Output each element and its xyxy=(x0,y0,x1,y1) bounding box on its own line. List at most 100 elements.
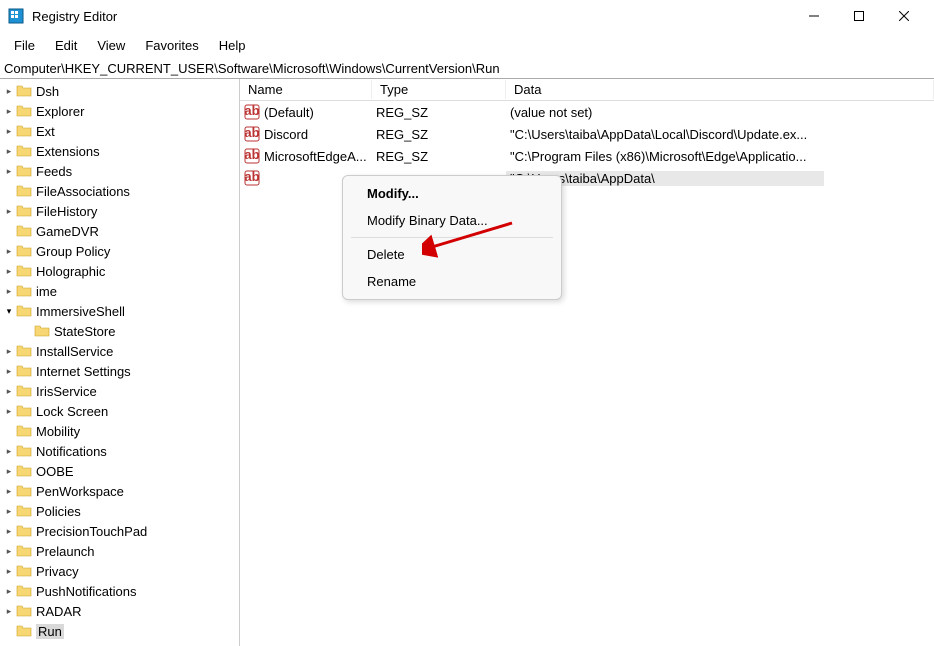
tree-item-precisiontouchpad[interactable]: ▸ PrecisionTouchPad xyxy=(0,521,239,541)
tree-item-installservice[interactable]: ▸ InstallService xyxy=(0,341,239,361)
tree-item-dsh[interactable]: ▸Dsh xyxy=(0,81,239,101)
tree-item-privacy[interactable]: ▸ Privacy xyxy=(0,561,239,581)
tree-item-run[interactable]: Run xyxy=(0,621,239,641)
tree-item-label: Ext xyxy=(36,124,55,139)
tree-item-mobility[interactable]: Mobility xyxy=(0,421,239,441)
chevron-right-icon[interactable]: ▸ xyxy=(4,286,14,297)
svg-text:ab: ab xyxy=(244,104,259,118)
chevron-right-icon[interactable]: ▸ xyxy=(4,346,14,357)
folder-icon xyxy=(16,564,32,578)
cell-type: REG_SZ xyxy=(372,127,506,142)
tree-item-gamedvr[interactable]: GameDVR xyxy=(0,221,239,241)
cell-data: "C:\Program Files (x86)\Microsoft\Edge\A… xyxy=(506,149,934,164)
string-value-icon: ab xyxy=(244,126,260,142)
chevron-right-icon[interactable]: ▸ xyxy=(4,266,14,277)
tree-item-label: PrecisionTouchPad xyxy=(36,524,147,539)
tree-item-filehistory[interactable]: ▸FileHistory xyxy=(0,201,239,221)
menu-file[interactable]: File xyxy=(6,36,43,55)
folder-icon xyxy=(16,224,32,238)
chevron-down-icon[interactable]: ▾ xyxy=(4,306,14,317)
chevron-right-icon[interactable]: ▸ xyxy=(4,406,14,417)
menu-help[interactable]: Help xyxy=(211,36,254,55)
tree-item-explorer[interactable]: ▸Explorer xyxy=(0,101,239,121)
chevron-right-icon[interactable]: ▸ xyxy=(4,546,14,557)
column-type[interactable]: Type xyxy=(372,80,506,99)
chevron-right-icon[interactable]: ▸ xyxy=(4,586,14,597)
tree-item-irisservice[interactable]: ▸IrisService xyxy=(0,381,239,401)
chevron-right-icon[interactable]: ▸ xyxy=(4,166,14,177)
folder-icon xyxy=(16,184,32,198)
tree-item-lock-screen[interactable]: ▸ Lock Screen xyxy=(0,401,239,421)
list-row[interactable]: ab(Default)REG_SZ(value not set) xyxy=(240,101,934,123)
chevron-right-icon[interactable]: ▸ xyxy=(4,106,14,117)
chevron-right-icon[interactable]: ▸ xyxy=(4,366,14,377)
chevron-right-icon[interactable]: ▸ xyxy=(4,566,14,577)
chevron-right-icon[interactable]: ▸ xyxy=(4,466,14,477)
tree-item-label: Feeds xyxy=(36,164,72,179)
cell-data: "C:\Users\taiba\AppData\Local\Discord\Up… xyxy=(506,127,934,142)
chevron-right-icon[interactable]: ▸ xyxy=(4,86,14,97)
folder-icon xyxy=(16,344,32,358)
list-row[interactable]: abMicrosoftEdgeA...REG_SZ"C:\Program Fil… xyxy=(240,145,934,167)
chevron-right-icon[interactable]: ▸ xyxy=(4,206,14,217)
context-menu-modify[interactable]: Modify... xyxy=(343,180,561,207)
tree-item-label: Lock Screen xyxy=(36,404,108,419)
column-name[interactable]: Name xyxy=(240,80,372,99)
tree-item-group-policy[interactable]: ▸Group Policy xyxy=(0,241,239,261)
tree-item-extensions[interactable]: ▸Extensions xyxy=(0,141,239,161)
chevron-right-icon[interactable]: ▸ xyxy=(4,446,14,457)
tree-item-label: Internet Settings xyxy=(36,364,131,379)
list-pane: Name Type Data ab(Default)REG_SZ(value n… xyxy=(240,79,934,646)
folder-icon xyxy=(16,244,32,258)
list-row[interactable]: abDiscordREG_SZ"C:\Users\taiba\AppData\L… xyxy=(240,123,934,145)
svg-text:ab: ab xyxy=(244,148,259,162)
tree-item-notifications[interactable]: ▸Notifications xyxy=(0,441,239,461)
folder-icon xyxy=(16,464,32,478)
chevron-right-icon[interactable]: ▸ xyxy=(4,386,14,397)
tree-item-statestore[interactable]: StateStore xyxy=(0,321,239,341)
folder-icon xyxy=(16,504,32,518)
menu-favorites[interactable]: Favorites xyxy=(137,36,206,55)
chevron-right-icon[interactable]: ▸ xyxy=(4,146,14,157)
context-menu-delete[interactable]: Delete xyxy=(343,241,561,268)
folder-icon xyxy=(16,444,32,458)
tree-item-penworkspace[interactable]: ▸PenWorkspace xyxy=(0,481,239,501)
address-bar[interactable]: Computer\HKEY_CURRENT_USER\Software\Micr… xyxy=(0,59,934,79)
folder-icon xyxy=(16,484,32,498)
chevron-right-icon[interactable]: ▸ xyxy=(4,606,14,617)
tree-item-ime[interactable]: ▸ime xyxy=(0,281,239,301)
folder-icon xyxy=(16,404,32,418)
tree-item-label: Run xyxy=(36,624,64,639)
menu-view[interactable]: View xyxy=(89,36,133,55)
minimize-button[interactable] xyxy=(791,2,836,30)
tree-item-radar[interactable]: ▸RADAR xyxy=(0,601,239,621)
tree-item-pushnotifications[interactable]: ▸PushNotifications xyxy=(0,581,239,601)
tree-item-holographic[interactable]: ▸Holographic xyxy=(0,261,239,281)
tree-item-prelaunch[interactable]: ▸Prelaunch xyxy=(0,541,239,561)
chevron-right-icon[interactable]: ▸ xyxy=(4,506,14,517)
close-button[interactable] xyxy=(881,2,926,30)
tree-item-policies[interactable]: ▸Policies xyxy=(0,501,239,521)
chevron-right-icon[interactable]: ▸ xyxy=(4,526,14,537)
context-menu-modify-binary-data[interactable]: Modify Binary Data... xyxy=(343,207,561,234)
folder-icon xyxy=(34,324,50,338)
tree-item-label: Privacy xyxy=(36,564,79,579)
tree-item-immersiveshell[interactable]: ▾ImmersiveShell xyxy=(0,301,239,321)
tree-item-oobe[interactable]: ▸OOBE xyxy=(0,461,239,481)
tree-pane[interactable]: ▸Dsh▸Explorer▸Ext▸Extensions▸FeedsFileAs… xyxy=(0,79,240,646)
column-data[interactable]: Data xyxy=(506,80,934,99)
tree-item-label: InstallService xyxy=(36,344,113,359)
string-value-icon: ab xyxy=(244,148,260,164)
folder-icon xyxy=(16,284,32,298)
tree-item-ext[interactable]: ▸ Ext xyxy=(0,121,239,141)
tree-item-feeds[interactable]: ▸ Feeds xyxy=(0,161,239,181)
menu-edit[interactable]: Edit xyxy=(47,36,85,55)
chevron-right-icon[interactable]: ▸ xyxy=(4,126,14,137)
chevron-right-icon[interactable]: ▸ xyxy=(4,486,14,497)
maximize-button[interactable] xyxy=(836,2,881,30)
tree-item-internet-settings[interactable]: ▸ Internet Settings xyxy=(0,361,239,381)
folder-icon xyxy=(16,524,32,538)
chevron-right-icon[interactable]: ▸ xyxy=(4,246,14,257)
context-menu-rename[interactable]: Rename xyxy=(343,268,561,295)
tree-item-fileassociations[interactable]: FileAssociations xyxy=(0,181,239,201)
